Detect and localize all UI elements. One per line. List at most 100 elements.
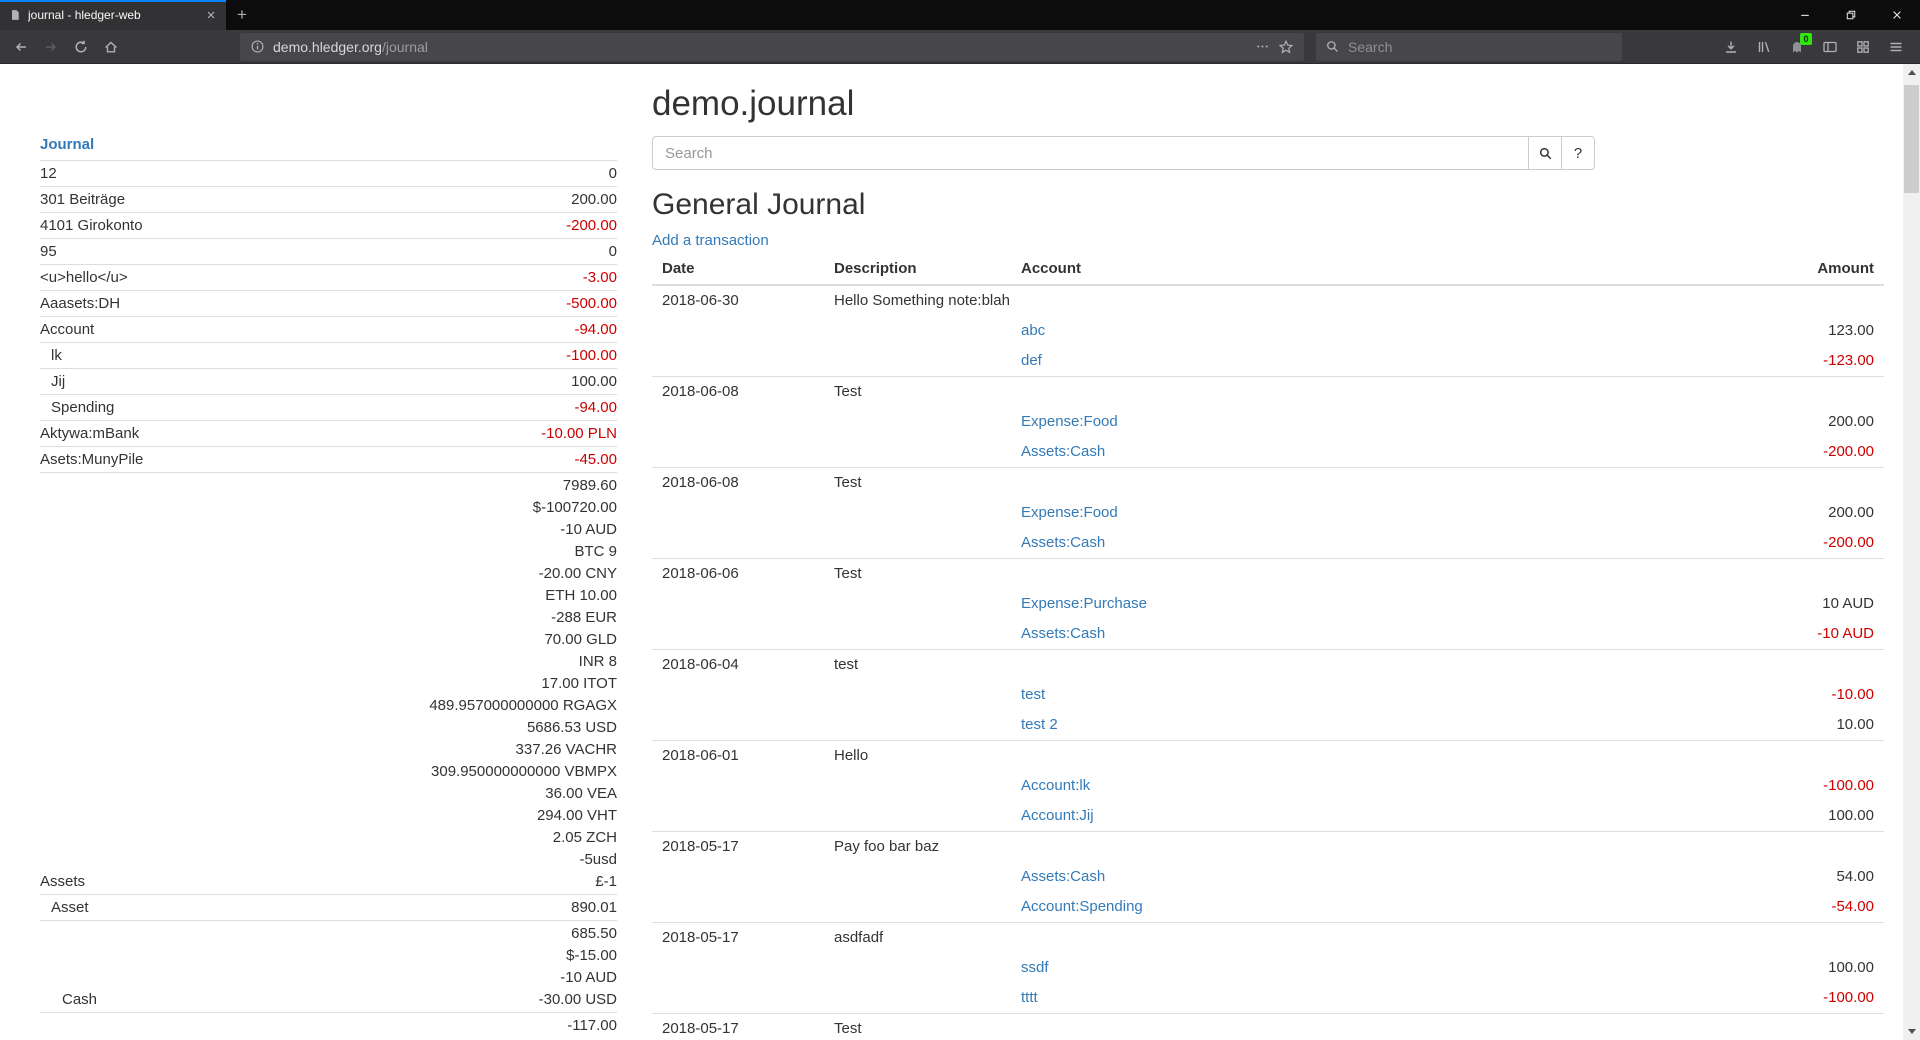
- scroll-down-icon[interactable]: [1903, 1023, 1920, 1040]
- transaction: 2018-06-04testtest-10.00test 210.00: [652, 649, 1884, 740]
- search-help-button[interactable]: ?: [1561, 136, 1595, 170]
- sidebar-account-row: Asset 890.01: [40, 894, 617, 920]
- account-balance-amount: -5usd: [429, 849, 617, 871]
- bookmark-star-icon[interactable]: [1278, 39, 1294, 55]
- browser-chrome: journal - hledger-web +: [0, 0, 1920, 64]
- browser-search-field[interactable]: Search: [1316, 33, 1622, 61]
- sidebar-account-link[interactable]: Spending: [40, 397, 114, 419]
- accounts-sidebar: Journal 120301 Beiträge200.004101 Giroko…: [0, 64, 630, 1040]
- posting-account-link[interactable]: Expense:Purchase: [1021, 589, 1654, 619]
- extension-icon[interactable]: 0: [1782, 33, 1811, 61]
- site-info-icon[interactable]: [250, 39, 265, 54]
- account-balance-amount: £-1: [429, 871, 617, 893]
- posting-account-link[interactable]: Assets:Cash: [1021, 437, 1654, 467]
- transaction-date: 2018-05-17: [662, 923, 834, 953]
- page-actions-icon[interactable]: [1255, 39, 1270, 54]
- sidebar-account-link[interactable]: Aaasets:DH: [40, 293, 120, 315]
- forward-icon[interactable]: [36, 33, 66, 61]
- transaction: 2018-05-17asdfadfssdf100.00tttt-100.00: [652, 922, 1884, 1013]
- transaction: 2018-06-30Hello Something note:blahabc12…: [652, 286, 1884, 376]
- sidebar-account-link[interactable]: Jij: [40, 371, 65, 393]
- sidebar-account-link[interactable]: lk: [40, 345, 62, 367]
- back-icon[interactable]: [6, 33, 36, 61]
- journal-link[interactable]: Journal: [40, 136, 94, 153]
- posting-account-link[interactable]: Account:Jij: [1021, 801, 1654, 831]
- sidebar-account-balance: -94.00: [574, 319, 617, 341]
- account-balance-amount: 0: [609, 163, 617, 185]
- posting-amount: 200.00: [1654, 498, 1874, 528]
- posting-row: Assets:Cash-10 AUD: [652, 619, 1884, 649]
- sidebar-account-balance: -200.00: [566, 215, 617, 237]
- transaction-title-row: 2018-05-17Test: [652, 1014, 1884, 1040]
- sidebar-account-balance: 890.01: [571, 897, 617, 919]
- posting-account-link[interactable]: Assets:Cash: [1021, 862, 1654, 892]
- scroll-up-icon[interactable]: [1903, 64, 1920, 81]
- close-button[interactable]: [1874, 0, 1920, 30]
- posting-amount: 100.00: [1654, 801, 1874, 831]
- posting-account-link[interactable]: Assets:Cash: [1021, 528, 1654, 558]
- sidebar-account-link[interactable]: 95: [40, 241, 57, 263]
- add-transaction-link[interactable]: Add a transaction: [652, 232, 769, 250]
- transaction-title-row: 2018-05-17asdfadf: [652, 923, 1884, 953]
- sidebar-account-link[interactable]: 12: [40, 163, 57, 185]
- minimize-button[interactable]: [1782, 0, 1828, 30]
- sidebar-account-link[interactable]: <u>hello</u>: [40, 267, 128, 289]
- url-path: /journal: [382, 39, 428, 55]
- account-balance-amount: 17.00 ITOT: [429, 673, 617, 695]
- posting-account-link[interactable]: test 2: [1021, 710, 1654, 740]
- restore-button[interactable]: [1828, 0, 1874, 30]
- account-balance-amount: -30.00 USD: [539, 989, 617, 1011]
- tab-close-icon[interactable]: [205, 9, 217, 21]
- posting-account-link[interactable]: Account:lk: [1021, 771, 1654, 801]
- posting-account-link[interactable]: ssdf: [1021, 953, 1654, 983]
- sidebar-account-link[interactable]: Asets:MunyPile: [40, 449, 143, 471]
- sidebar-account-row: <u>hello</u>-3.00: [40, 264, 617, 290]
- posting-account-link[interactable]: Expense:Food: [1021, 407, 1654, 437]
- posting-amount: -100.00: [1654, 771, 1874, 801]
- grid-icon[interactable]: [1848, 33, 1877, 61]
- url-text: demo.hledger.org/journal: [273, 39, 1247, 55]
- scrollbar-thumb[interactable]: [1904, 85, 1919, 193]
- home-icon[interactable]: [96, 33, 126, 61]
- sidebar-account-link[interactable]: Aktywa:mBank: [40, 423, 139, 445]
- account-balance-amount: 489.957000000000 RGAGX: [429, 695, 617, 717]
- page-scrollbar[interactable]: [1903, 64, 1920, 1040]
- journal-search-button[interactable]: [1528, 136, 1562, 170]
- posting-account-link[interactable]: def: [1021, 346, 1654, 376]
- reload-icon[interactable]: [66, 33, 96, 61]
- posting-row: Assets:Cash54.00: [652, 862, 1884, 892]
- posting-account-link[interactable]: tttt: [1021, 983, 1654, 1013]
- sidebar-account-link[interactable]: Assets: [40, 871, 85, 893]
- transaction-title-row: 2018-06-06Test: [652, 559, 1884, 589]
- posting-account-link[interactable]: Expense:Food: [1021, 498, 1654, 528]
- sidebars-icon[interactable]: [1815, 33, 1844, 61]
- browser-tab[interactable]: journal - hledger-web: [0, 0, 226, 30]
- url-bar[interactable]: demo.hledger.org/journal: [240, 33, 1304, 61]
- transaction: 2018-06-08TestExpense:Food200.00Assets:C…: [652, 376, 1884, 467]
- library-icon[interactable]: [1749, 33, 1778, 61]
- new-tab-button[interactable]: +: [226, 0, 258, 30]
- posting-account-link[interactable]: test: [1021, 680, 1654, 710]
- header-account: Account: [1021, 256, 1654, 284]
- posting-account-link[interactable]: abc: [1021, 316, 1654, 346]
- posting-row: ssdf100.00: [652, 953, 1884, 983]
- journal-search-input[interactable]: [652, 136, 1529, 170]
- sidebar-account-balance: 685.50$-15.00-10 AUD-30.00 USD: [539, 923, 617, 1011]
- posting-row: abc123.00: [652, 316, 1884, 346]
- sidebar-account-row: 950: [40, 238, 617, 264]
- sidebar-account-link[interactable]: Cash: [40, 989, 97, 1011]
- sidebar-account-balance: -100.00: [566, 345, 617, 367]
- sidebar-account-link[interactable]: Asset: [40, 897, 89, 919]
- sidebar-account-link[interactable]: 301 Beiträge: [40, 189, 125, 211]
- downloads-icon[interactable]: [1716, 33, 1745, 61]
- menu-hamburger-icon[interactable]: [1881, 33, 1910, 61]
- posting-account-link[interactable]: Assets:Cash: [1021, 619, 1654, 649]
- sidebar-account-row: Account -94.00: [40, 316, 617, 342]
- sidebar-account-balance: -45.00: [574, 449, 617, 471]
- posting-amount: -100.00: [1654, 983, 1874, 1013]
- posting-row: test-10.00: [652, 680, 1884, 710]
- sidebar-account-link[interactable]: 4101 Girokonto: [40, 215, 143, 237]
- posting-account-link[interactable]: Account:Spending: [1021, 892, 1654, 922]
- sidebar-account-link[interactable]: Account: [40, 319, 94, 341]
- header-amount: Amount: [1654, 256, 1874, 284]
